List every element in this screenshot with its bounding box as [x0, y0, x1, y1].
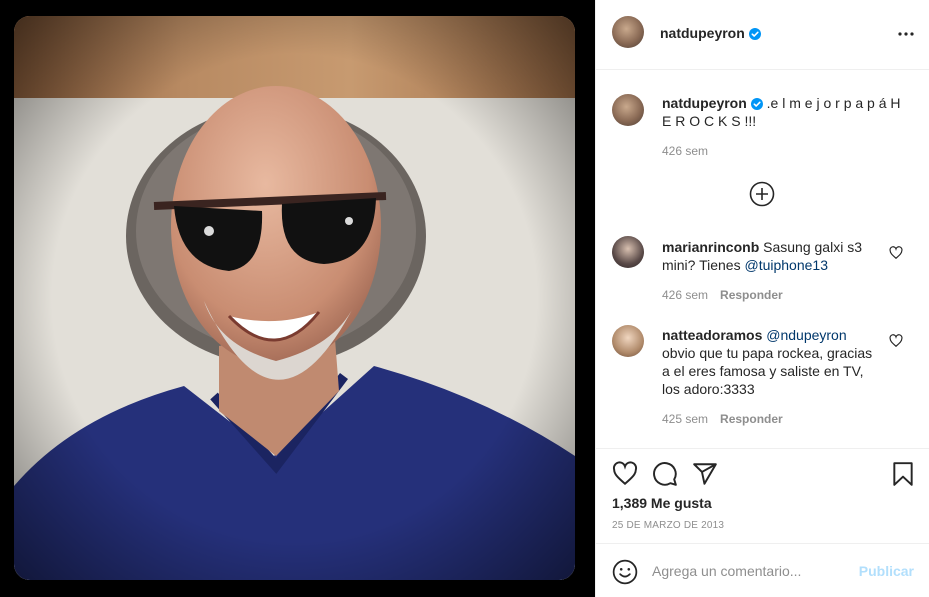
add-comment-bar: Publicar — [596, 543, 929, 597]
likes-count[interactable]: 1,389 Me gusta — [612, 495, 712, 511]
comment-text: marianrinconb Sasung galxi s3 mini? Tien… — [662, 238, 892, 274]
comment-avatar[interactable] — [612, 236, 644, 268]
reply-button[interactable]: Responder — [720, 288, 783, 302]
comment-input[interactable] — [652, 560, 852, 582]
more-icon — [898, 32, 914, 36]
post-username[interactable]: natdupeyron — [660, 25, 761, 41]
comment-time: 425 sem — [662, 412, 709, 426]
caption-username[interactable]: natdupeyron — [662, 95, 747, 111]
comment-body-line3: a el eres famosa y saliste en TV, — [662, 363, 864, 379]
comment-body-line2: obvio que tu papa rockea, gracias — [662, 345, 873, 361]
caption-time: 426 sem — [662, 144, 709, 158]
caption-line1: .e l m e j o r p a p á H — [766, 95, 901, 111]
verified-icon — [750, 98, 763, 110]
post-actions: 1,389 Me gusta 25 DE MARZO DE 2013 — [596, 448, 929, 544]
comment-body: Sasung galxi s3 — [763, 239, 862, 255]
publish-button[interactable]: Publicar — [859, 563, 914, 579]
more-options-button[interactable] — [896, 24, 916, 44]
post-photo[interactable] — [14, 16, 575, 580]
load-more-comments-button[interactable] — [749, 181, 775, 207]
heart-icon[interactable] — [889, 334, 903, 348]
bookmark-icon[interactable] — [890, 461, 916, 487]
comment-time: 426 sem — [662, 288, 709, 302]
comment-username[interactable]: natteadoramos — [662, 327, 762, 343]
comment-avatar[interactable] — [612, 325, 644, 357]
caption-avatar[interactable] — [612, 94, 644, 126]
avatar[interactable] — [612, 16, 644, 48]
comment-username[interactable]: marianrinconb — [662, 239, 759, 255]
caption-text: natdupeyron .e l m e j o r p a p á H E R… — [662, 94, 912, 130]
share-icon[interactable] — [692, 461, 718, 487]
comment-meta: 425 sem Responder — [662, 412, 783, 426]
photo-pane — [0, 0, 595, 597]
caption-line2: E R O C K S !!! — [662, 113, 757, 129]
heart-icon[interactable] — [612, 461, 638, 487]
reply-button[interactable]: Responder — [720, 412, 783, 426]
comment-mention[interactable]: @tuiphone13 — [744, 257, 828, 273]
heart-icon[interactable] — [889, 246, 903, 260]
post-header: natdupeyron — [596, 0, 929, 70]
post-username-text[interactable]: natdupeyron — [660, 25, 745, 41]
comment-mention[interactable]: @ndupeyron — [766, 327, 846, 343]
post-side-panel: natdupeyron natdupeyron .e l m e j o r p… — [595, 0, 929, 597]
comment-body-line2: mini? Tienes — [662, 257, 745, 273]
comment-text: natteadoramos @ndupeyron obvio que tu pa… — [662, 326, 892, 398]
emoji-icon[interactable] — [612, 559, 638, 585]
comment-body-line4: los adoro:3333 — [662, 381, 755, 397]
comment-meta: 426 sem Responder — [662, 288, 783, 302]
comments-list[interactable]: natdupeyron .e l m e j o r p a p á H E R… — [596, 70, 929, 448]
plus-circle-icon — [749, 181, 775, 207]
verified-icon — [748, 28, 761, 40]
post-date[interactable]: 25 DE MARZO DE 2013 — [612, 520, 724, 531]
comment-icon[interactable] — [652, 461, 678, 487]
